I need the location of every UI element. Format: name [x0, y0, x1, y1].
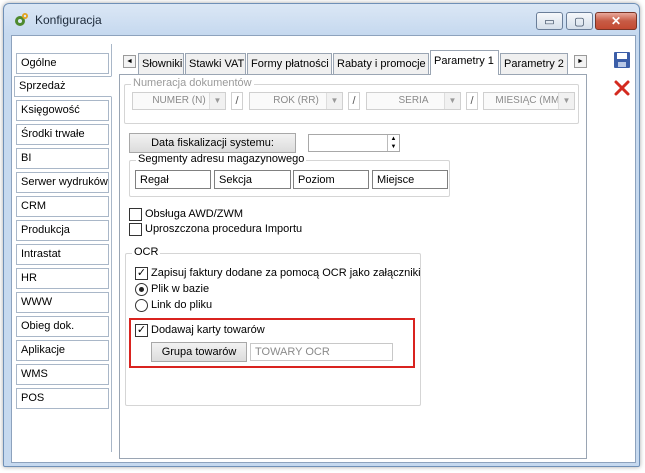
ocr-add-cards-checkbox[interactable]: ✓: [135, 324, 148, 337]
segment-field-miejsce[interactable]: Miejsce: [372, 170, 448, 189]
nav-item-bi[interactable]: BI: [16, 148, 109, 169]
awd-checkbox[interactable]: [129, 208, 142, 221]
nav-item-wms[interactable]: WMS: [16, 364, 109, 385]
chevron-down-icon: ▼: [558, 93, 574, 109]
tabs-next-arrow-icon[interactable]: ►: [574, 55, 587, 68]
tab-formy-platnosci[interactable]: Formy płatności: [247, 53, 332, 74]
close-button[interactable]: ✕: [595, 12, 637, 30]
nav-item-produkcja[interactable]: Produkcja: [16, 220, 109, 241]
nav-item-sprzedaz[interactable]: Sprzedaż: [14, 76, 112, 97]
import-checkbox[interactable]: [129, 223, 142, 236]
nav-item-ksiegowosc[interactable]: Księgowość: [16, 100, 109, 121]
nav-item-ogolne[interactable]: Ogólne: [16, 53, 109, 74]
minimize-icon: ▭: [544, 15, 555, 28]
nav-item-www[interactable]: WWW: [16, 292, 109, 313]
tab-parametry-2[interactable]: Parametry 2: [500, 53, 568, 74]
nav-item-serwer-wydrukow[interactable]: Serwer wydruków: [16, 172, 109, 193]
nav-item-srodki-trwale[interactable]: Środki trwałe: [16, 124, 109, 145]
ocr-add-cards-label: Dodawaj karty towarów: [151, 324, 265, 336]
numeracja-separator: /: [231, 92, 243, 110]
import-label: Uproszczona procedura Importu: [145, 223, 303, 235]
titlebar: Konfiguracja ▭ ▢ ✕: [4, 4, 639, 34]
nav-divider: [111, 44, 112, 452]
close-icon: ✕: [610, 14, 622, 28]
numeracja-combo-2-value: ROK (RR): [273, 95, 319, 106]
tab-panel-parametry-1: Numeracja dokumentów NUMER (N) ▼ / ROK (…: [119, 74, 587, 459]
numeracja-separator: /: [348, 92, 360, 110]
ocr-radio-plik-w-bazie-label: Plik w bazie: [151, 283, 210, 295]
tab-rabaty-i-promocje[interactable]: Rabaty i promocje: [333, 53, 429, 74]
data-fiskalizacji-button[interactable]: Data fiskalizacji systemu:: [129, 133, 296, 153]
ocr-radio-link-do-pliku[interactable]: [135, 299, 148, 312]
tab-stawki-vat[interactable]: Stawki VAT: [185, 53, 246, 74]
nav-item-crm[interactable]: CRM: [16, 196, 109, 217]
grupa-towarow-button[interactable]: Grupa towarów: [151, 342, 247, 362]
numeracja-separator: /: [466, 92, 478, 110]
ocr-radio-link-do-pliku-label: Link do pliku: [151, 299, 213, 311]
checkmark-icon: ✓: [136, 267, 147, 279]
grupa-towarow-field: TOWARY OCR: [250, 343, 393, 361]
ocr-save-attachments-checkbox[interactable]: ✓: [135, 267, 148, 280]
ocr-label: OCR: [132, 246, 161, 258]
segment-field-regal[interactable]: Regał: [135, 170, 211, 189]
segment-field-sekcja[interactable]: Sekcja: [214, 170, 291, 189]
client-area: Ogólne Sprzedaż Księgowość Środki trwałe…: [11, 35, 636, 463]
segmenty-label: Segmenty adresu magazynowego: [136, 153, 307, 165]
numeracja-label: Numeracja dokumentów: [131, 77, 254, 89]
numeracja-combo-3: SERIA ▼: [366, 92, 461, 110]
nav-item-hr[interactable]: HR: [16, 268, 109, 289]
spinner-icon[interactable]: ▲ ▼: [387, 135, 399, 151]
save-icon[interactable]: [612, 50, 632, 70]
maximize-icon: ▢: [574, 15, 585, 28]
config-window: Konfiguracja ▭ ▢ ✕ Ogólne Sprzedaż Księg…: [3, 3, 640, 467]
tabs-prev-arrow-icon[interactable]: ◄: [123, 55, 136, 68]
nav-item-obieg-dok[interactable]: Obieg dok.: [16, 316, 109, 337]
checkmark-icon: ✓: [136, 324, 147, 336]
tab-parametry-1[interactable]: Parametry 1: [430, 50, 499, 75]
awd-label: Obsługa AWD/ZWM: [145, 208, 243, 220]
delete-icon[interactable]: [612, 78, 632, 98]
chevron-down-icon: ▼: [444, 93, 460, 109]
numeracja-combo-1: NUMER (N) ▼: [132, 92, 226, 110]
minimize-button[interactable]: ▭: [536, 12, 563, 30]
numeracja-combo-4: MIESIĄC (MM) ▼: [483, 92, 575, 110]
gear-icon: [15, 13, 28, 26]
segmenty-group: Segmenty adresu magazynowego Regał Sekcj…: [129, 153, 450, 197]
ocr-save-attachments-label: Zapisuj faktury dodane za pomocą OCR jak…: [151, 267, 421, 279]
nav-item-intrastat[interactable]: Intrastat: [16, 244, 109, 265]
numeracja-combo-4-value: MIESIĄC (MM): [495, 95, 563, 106]
ocr-radio-plik-w-bazie[interactable]: [135, 283, 148, 296]
maximize-button[interactable]: ▢: [566, 12, 593, 30]
nav-item-pos[interactable]: POS: [16, 388, 109, 409]
data-fiskalizacji-field[interactable]: ▲ ▼: [308, 134, 400, 152]
segment-field-poziom[interactable]: Poziom: [293, 170, 369, 189]
window-title: Konfiguracja: [35, 13, 102, 27]
chevron-down-icon: ▼: [326, 93, 342, 109]
numeracja-combo-2: ROK (RR) ▼: [249, 92, 343, 110]
numeracja-combo-3-value: SERIA: [398, 95, 429, 106]
numeracja-group: Numeracja dokumentów NUMER (N) ▼ / ROK (…: [124, 77, 579, 124]
tab-slowniki[interactable]: Słowniki: [138, 53, 184, 74]
nav-item-aplikacje[interactable]: Aplikacje: [16, 340, 109, 361]
numeracja-combo-1-value: NUMER (N): [152, 95, 206, 106]
chevron-down-icon: ▼: [209, 93, 225, 109]
